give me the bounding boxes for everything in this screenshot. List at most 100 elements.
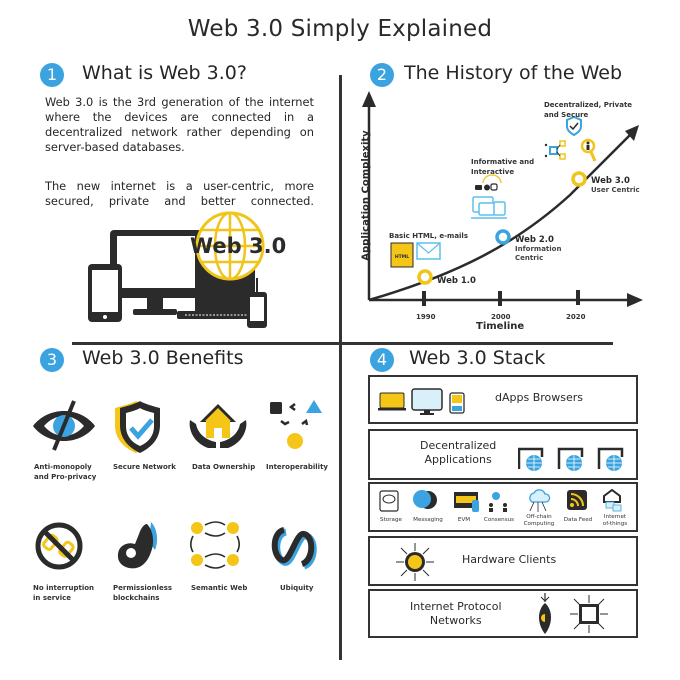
y-axis-label: Application Complexity	[360, 130, 372, 261]
web2-title: Web 2.0	[515, 235, 554, 245]
consensus-icon	[489, 492, 507, 512]
web2-label: Web 2.0 Information Centric	[515, 235, 561, 263]
page-title: Web 3.0 Simply Explained	[187, 16, 493, 42]
data-feed-icon	[567, 490, 587, 510]
infra-label-messaging: Messaging	[413, 517, 443, 523]
infra-label-evm: EVM	[457, 517, 471, 523]
tablet-icon	[88, 264, 122, 322]
dapp-window-icon	[557, 447, 584, 471]
stack-layer-decentralized-applications: Decentralized Applications	[368, 429, 638, 480]
web1-caption: Basic HTML, e-mails	[389, 232, 469, 240]
what-paragraph-1: Web 3.0 is the 3rd generation of the int…	[45, 95, 314, 155]
html-document-icon: HTML	[390, 242, 414, 268]
stack-layer-internet-protocol-networks: Internet Protocol Networks	[368, 589, 638, 638]
tick-label-2020: 2020	[566, 313, 586, 321]
benefit-label-line: Anti-monopoly	[34, 463, 92, 471]
benefit-label-line: No interruption	[33, 584, 95, 592]
stack-label-line: Applications	[424, 453, 492, 466]
infra-label-line: Computing	[523, 520, 555, 527]
html-icon-text: HTML	[395, 254, 409, 260]
iot-icon	[603, 488, 622, 512]
infra-label-data-feed: Data Feed	[563, 517, 593, 523]
stack-label-hardware-clients: Hardware Clients	[462, 553, 557, 566]
dapp-window-icon	[597, 447, 624, 471]
web3-subtitle: User Centric	[591, 186, 640, 194]
x-axis-arrow-icon	[627, 293, 643, 307]
section-2-title: The History of the Web	[404, 62, 623, 84]
web3-title: Web 3.0	[591, 176, 630, 186]
evm-icon	[454, 492, 479, 512]
mail-icon	[416, 242, 441, 260]
house-hands-icon	[189, 404, 247, 448]
section-3-badge: 3	[40, 348, 64, 372]
stack-layer-hardware-clients: Hardware Clients	[368, 536, 638, 586]
paragraph-line: The new internet is a user-centric, more	[45, 179, 314, 193]
processor-icon	[570, 595, 608, 633]
hardware-chip-icon	[396, 543, 434, 581]
stack-label-line: Decentralized	[420, 439, 497, 452]
paragraph-line: Web 3.0 is the 3rd generation of the int…	[45, 95, 314, 109]
network-node-icon	[539, 593, 551, 634]
web2-caption: Informative and Interactive	[471, 157, 534, 177]
benefit-label-secure-network: Secure Network	[113, 463, 176, 471]
ok-hand-icon	[117, 522, 158, 569]
infra-label-iot: Internet of-things	[598, 514, 632, 527]
benefit-label-permissionless: Permissionless blockchains	[113, 583, 172, 603]
tick-1990	[422, 291, 426, 306]
stack-label-dapps-browsers: dApps Browsers	[495, 391, 584, 404]
tick-2020	[576, 290, 580, 305]
infra-label-consensus: Consensus	[483, 517, 515, 523]
shapes-icon	[270, 400, 322, 449]
web3-globe-label: Web 3.0	[190, 234, 286, 258]
section-1-title: What is Web 3.0?	[82, 62, 247, 84]
storage-icon	[379, 490, 399, 512]
social-icons	[475, 174, 502, 191]
caption-line: and Secure	[544, 111, 589, 119]
web1-title: Web 1.0	[437, 276, 476, 286]
tick-label-1990: 1990	[416, 313, 436, 321]
user-magnifier-icon	[580, 138, 597, 162]
devices-icon	[471, 196, 507, 219]
benefit-label-line: and Pro-privacy	[34, 473, 97, 481]
section-1-badge: 1	[40, 63, 64, 87]
dapp-window-icons	[518, 447, 624, 471]
benefit-label-line: in service	[33, 594, 72, 602]
what-paragraph-2: The new internet is a user-centric, more…	[45, 179, 314, 209]
vertical-divider	[339, 75, 342, 660]
paragraph-line: where the devices are connected in a	[45, 110, 314, 124]
benefit-label-line: Permissionless	[113, 584, 173, 592]
stack-layer-dapps-browsers: dApps Browsers	[368, 375, 638, 424]
web3-label: Web 3.0 User Centric	[591, 176, 640, 195]
section-4-title: Web 3.0 Stack	[409, 347, 546, 369]
benefit-label-no-interruption: No interruption in service	[33, 583, 94, 603]
messaging-icon	[413, 490, 437, 509]
web3-devices-illustration: Web 3.0	[88, 211, 286, 328]
x-axis-label: Timeline	[476, 321, 525, 332]
infra-label-off-chain: Off-chain Computing	[521, 514, 557, 527]
horizontal-divider	[72, 342, 613, 345]
web3-caption: Decentralized, Private and Secure	[544, 100, 632, 120]
infra-label-storage: Storage	[380, 517, 402, 523]
caption-line: Interactive	[471, 168, 515, 176]
dapp-window-icon	[518, 447, 544, 471]
web1-marker	[417, 269, 433, 285]
linked-nodes-icon	[189, 521, 241, 569]
benefit-label-interoperability: Interoperability	[266, 463, 328, 471]
eye-slash-icon	[33, 400, 95, 451]
benefit-label-anti-monopoly: Anti-monopoly and Pro-privacy	[34, 462, 96, 482]
web2-subtitle: Centric	[515, 254, 544, 262]
benefit-label-data-ownership: Data Ownership	[192, 463, 256, 471]
broken-chain-icon	[35, 522, 83, 570]
paragraph-line: secured, private and better connected.	[45, 194, 314, 208]
monitor-icon	[110, 230, 202, 315]
y-axis-arrow-icon	[362, 91, 376, 107]
tick-2000	[498, 291, 502, 306]
section-4-badge: 4	[370, 348, 394, 372]
section-2-badge: 2	[370, 63, 394, 87]
browser-devices-icon	[378, 388, 465, 415]
benefit-label-line: blockchains	[113, 594, 160, 602]
history-chart: HTML	[362, 91, 643, 307]
stack-layer-infrastructure: Storage Messaging EVM Consensus Off-chai…	[368, 482, 638, 532]
paragraph-line: decentralized network rather depending o…	[45, 125, 314, 139]
stack-label-line: Internet Protocol	[410, 600, 502, 613]
